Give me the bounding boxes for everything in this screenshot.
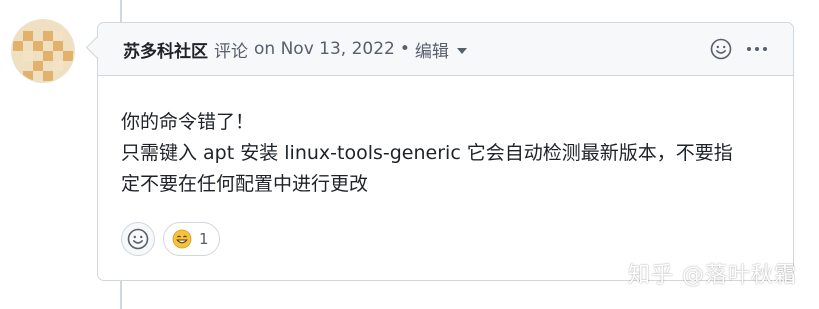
kebab-menu-icon[interactable] [745,37,769,61]
comment-action: 评论 [214,41,248,62]
add-reaction-button[interactable] [121,222,155,256]
reaction-count: 1 [199,230,209,248]
comment-card: 苏多科社区 评论 on Nov 13, 2022 • 编辑 你的命令错了！ 只需… [97,22,794,281]
comment-author[interactable]: 苏多科社区 [123,37,208,62]
reaction-grinning[interactable]: 1 [163,222,220,256]
header-actions [709,37,769,61]
avatar[interactable] [12,20,74,82]
comment-body: 你的命令错了！ 只需键入 apt 安装 linux-tools-generic … [98,76,793,200]
comment-line: 你的命令错了！ [121,111,255,133]
grinning-face-icon [172,229,192,249]
comment-line: 只需键入 apt 安装 linux-tools-generic 它会自动检测最新… [121,142,733,164]
edit-history-dropdown[interactable]: 编辑 [415,37,467,62]
chevron-down-icon [456,48,467,54]
watermark: 知乎 @落叶秋霜 [628,263,797,288]
comment-header: 苏多科社区 评论 on Nov 13, 2022 • 编辑 [98,23,793,76]
comment-date[interactable]: on Nov 13, 2022 [254,39,395,59]
edit-label: 编辑 [414,41,449,62]
comment-line: 定不要在任何配置中进行更改 [121,173,369,195]
separator-dot: • [399,39,410,59]
reactions-bar: 1 [121,222,220,256]
smiley-icon[interactable] [709,37,733,61]
smiley-icon [127,228,149,250]
